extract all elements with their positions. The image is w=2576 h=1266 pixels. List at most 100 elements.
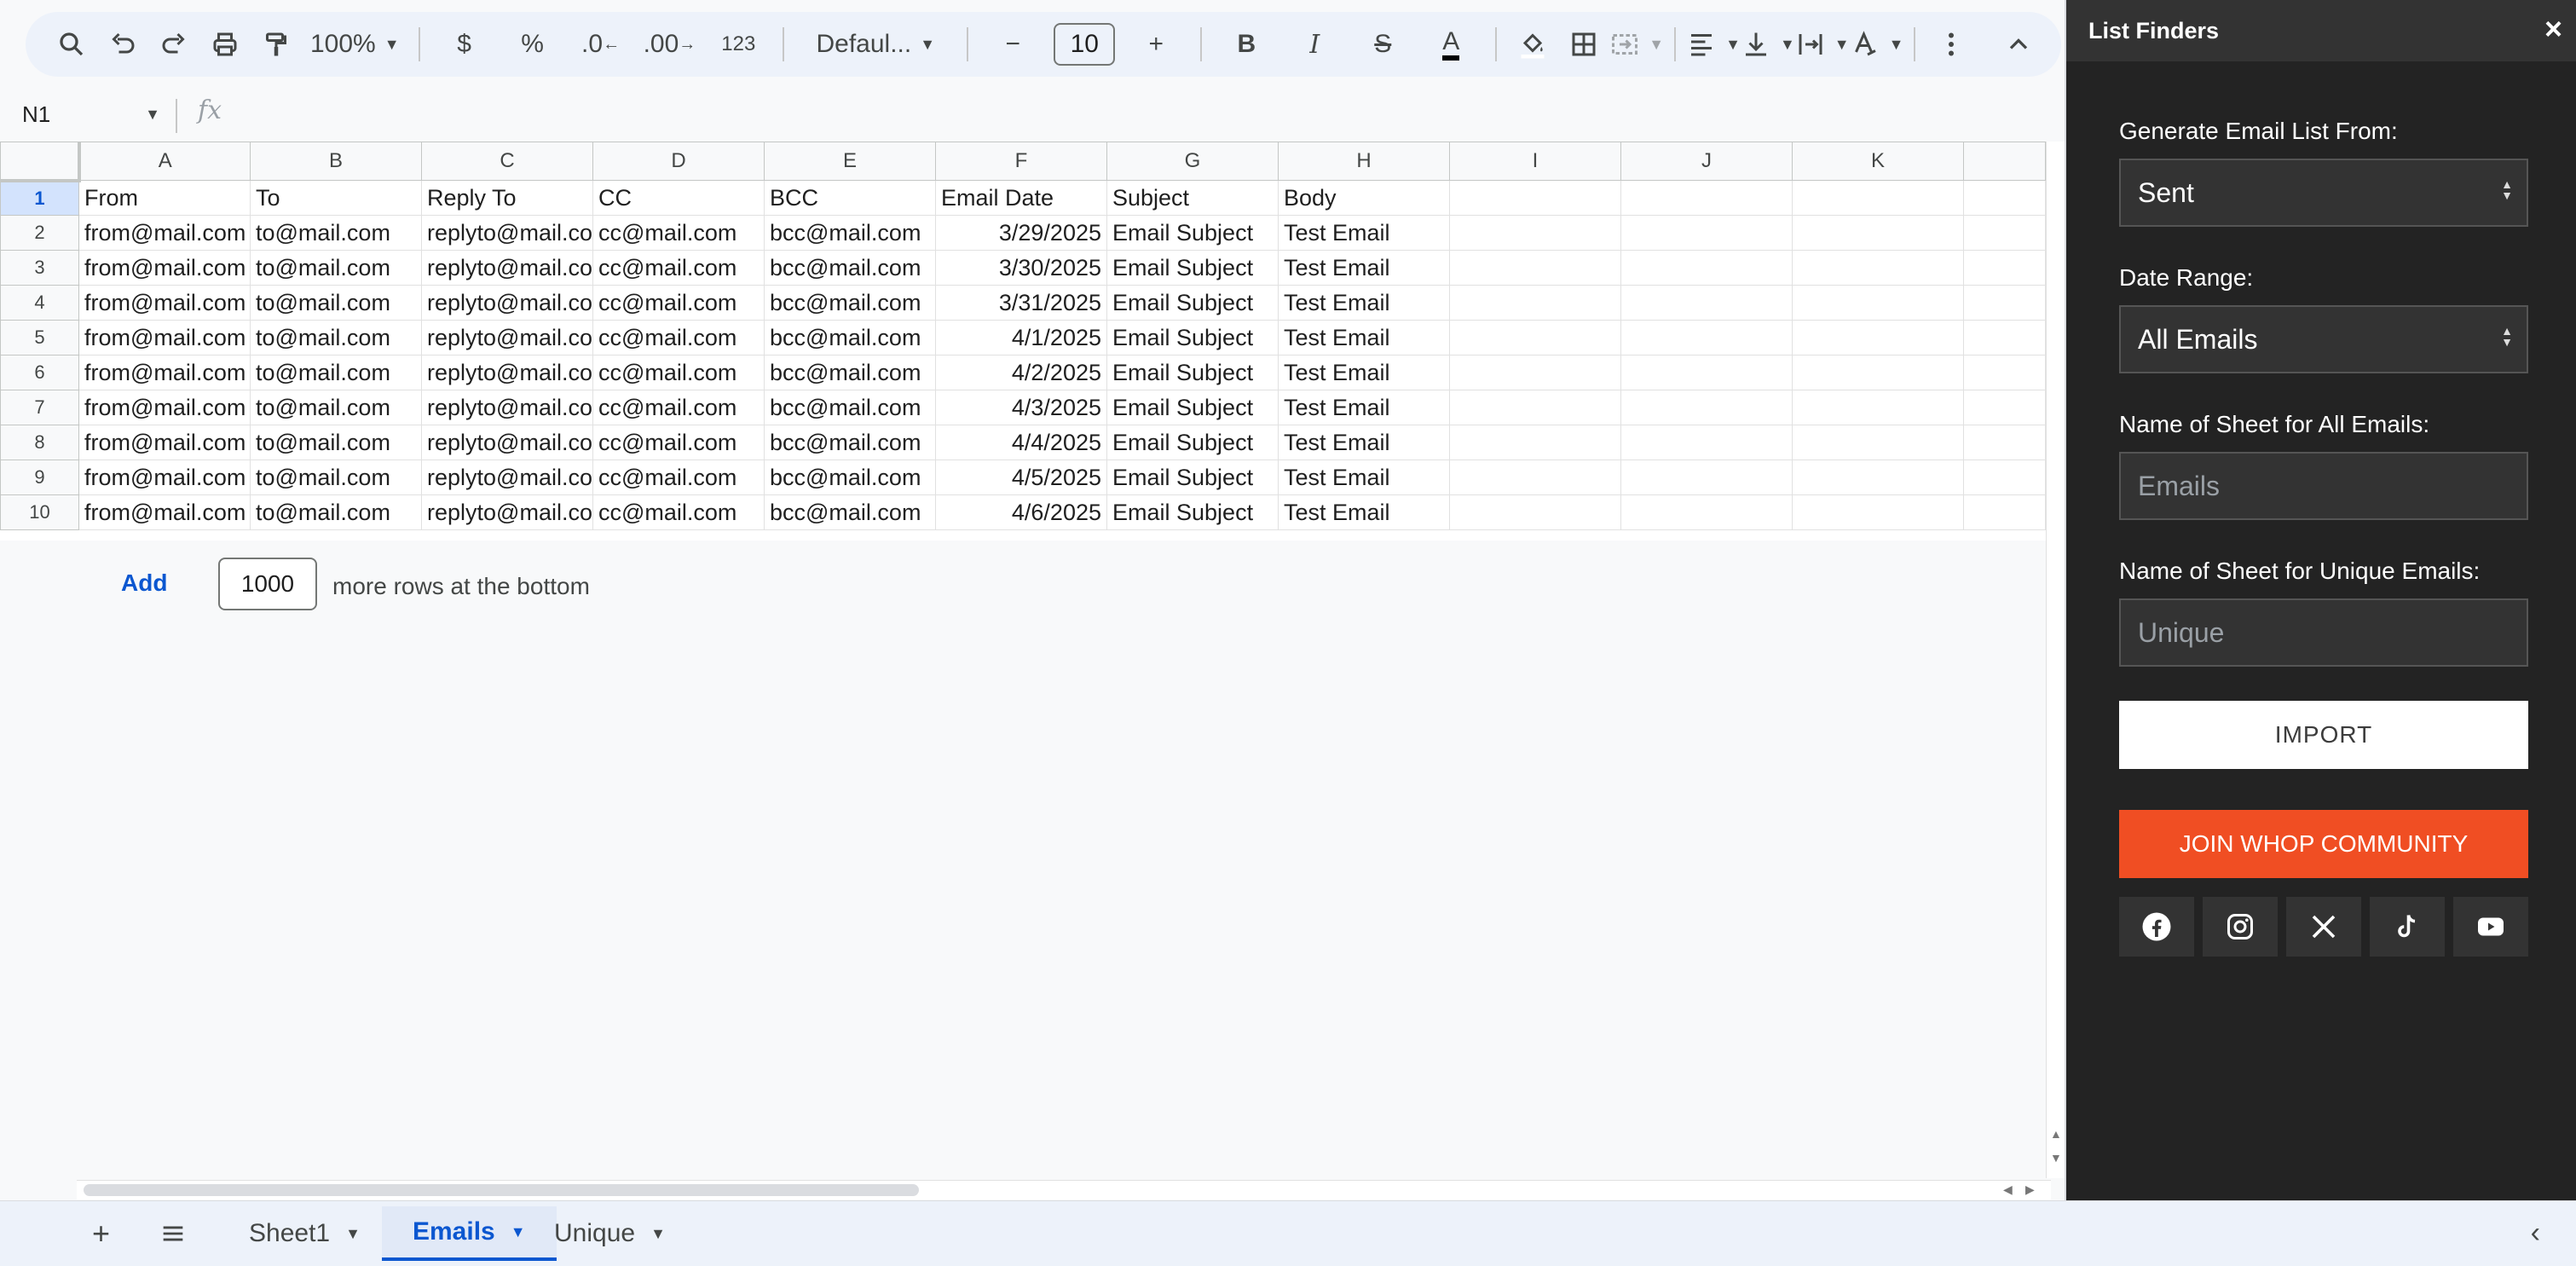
italic-button[interactable]: I [1280, 20, 1349, 68]
horizontal-scroll-thumb[interactable] [84, 1184, 919, 1196]
cell[interactable] [1620, 180, 1793, 216]
cell[interactable] [1963, 250, 2046, 286]
scroll-up-icon[interactable]: ▲ [2050, 1127, 2062, 1141]
cell[interactable]: 4/6/2025 [935, 494, 1107, 530]
column-header[interactable]: H [1278, 142, 1450, 181]
cell[interactable]: bcc@mail.com [764, 285, 936, 321]
cell[interactable]: to@mail.com [250, 320, 422, 356]
row-header[interactable]: 4 [0, 285, 79, 321]
zoom-select[interactable]: 100% ▼ [302, 20, 408, 68]
cell[interactable]: to@mail.com [250, 355, 422, 390]
row-header[interactable]: 6 [0, 355, 79, 390]
cell[interactable]: replyto@mail.com [421, 460, 593, 495]
print-button[interactable] [199, 20, 251, 68]
paint-format-button[interactable] [251, 20, 302, 68]
cell[interactable]: cc@mail.com [592, 494, 765, 530]
cell[interactable]: replyto@mail.com [421, 250, 593, 286]
cell[interactable] [1963, 425, 2046, 460]
cell[interactable] [1620, 494, 1793, 530]
cell[interactable]: Email Date [935, 180, 1107, 216]
cell[interactable] [1620, 390, 1793, 425]
vertical-align-button[interactable]: ▼ [1741, 20, 1795, 68]
cell[interactable]: Test Email [1278, 285, 1450, 321]
cell[interactable] [1963, 494, 2046, 530]
cell[interactable]: Test Email [1278, 355, 1450, 390]
cell[interactable]: replyto@mail.com [421, 390, 593, 425]
percent-format-button[interactable]: % [499, 20, 567, 68]
merge-cells-button[interactable]: ▼ [1609, 20, 1664, 68]
number-format-button[interactable]: 123 [704, 20, 772, 68]
column-header[interactable]: B [250, 142, 422, 181]
cell[interactable]: to@mail.com [250, 250, 422, 286]
cell[interactable]: Email Subject [1106, 494, 1279, 530]
cell[interactable] [1963, 285, 2046, 321]
cell[interactable] [1792, 250, 1964, 286]
cell[interactable]: to@mail.com [250, 285, 422, 321]
cell[interactable] [1620, 425, 1793, 460]
cell[interactable]: cc@mail.com [592, 355, 765, 390]
undo-button[interactable] [97, 20, 148, 68]
borders-button[interactable] [1558, 20, 1609, 68]
cell[interactable] [1449, 180, 1621, 216]
strikethrough-button[interactable]: S [1349, 20, 1417, 68]
cell[interactable]: from@mail.com [78, 215, 251, 251]
cell[interactable]: cc@mail.com [592, 285, 765, 321]
cell[interactable]: bcc@mail.com [764, 320, 936, 356]
currency-format-button[interactable]: $ [430, 20, 499, 68]
bold-button[interactable]: B [1212, 20, 1280, 68]
cell[interactable] [1792, 494, 1964, 530]
cell[interactable]: Subject [1106, 180, 1279, 216]
column-header[interactable]: D [592, 142, 765, 181]
cell[interactable] [1963, 180, 2046, 216]
formula-input[interactable] [247, 92, 2037, 136]
cell[interactable] [1620, 285, 1793, 321]
cell[interactable] [1792, 180, 1964, 216]
cell[interactable]: 4/5/2025 [935, 460, 1107, 495]
column-header[interactable]: E [764, 142, 936, 181]
cell[interactable]: from@mail.com [78, 425, 251, 460]
cell[interactable]: cc@mail.com [592, 460, 765, 495]
cell[interactable]: to@mail.com [250, 425, 422, 460]
cell[interactable] [1449, 460, 1621, 495]
cell[interactable]: bcc@mail.com [764, 425, 936, 460]
sheet-tab-unique[interactable]: Unique ▼ [523, 1206, 696, 1261]
column-header[interactable]: F [935, 142, 1107, 181]
decrease-decimal-button[interactable]: .0 ← [567, 20, 635, 68]
cell[interactable]: Test Email [1278, 460, 1450, 495]
cell[interactable]: bcc@mail.com [764, 494, 936, 530]
cell[interactable]: 4/3/2025 [935, 390, 1107, 425]
collapse-menus-button[interactable] [1993, 20, 2044, 68]
cell[interactable]: Email Subject [1106, 285, 1279, 321]
cell[interactable] [1449, 494, 1621, 530]
row-header[interactable]: 2 [0, 215, 79, 251]
cell[interactable] [1449, 320, 1621, 356]
cell[interactable]: replyto@mail.com [421, 285, 593, 321]
cell[interactable] [1792, 320, 1964, 356]
cell[interactable] [1449, 250, 1621, 286]
cell[interactable]: from@mail.com [78, 494, 251, 530]
cell[interactable] [1792, 425, 1964, 460]
side-panel-toggle-button[interactable]: ‹ [2531, 1217, 2540, 1250]
row-header[interactable]: 1 [0, 180, 79, 216]
cell[interactable]: Email Subject [1106, 355, 1279, 390]
add-rows-count-input[interactable]: 1000 [218, 558, 317, 610]
cell[interactable]: Test Email [1278, 320, 1450, 356]
cell[interactable] [1963, 355, 2046, 390]
cell[interactable]: Email Subject [1106, 250, 1279, 286]
cell[interactable]: replyto@mail.com [421, 215, 593, 251]
cell[interactable] [1792, 355, 1964, 390]
scroll-left-icon[interactable]: ◀ [2003, 1182, 2013, 1197]
cell[interactable]: from@mail.com [78, 285, 251, 321]
add-sheet-button[interactable]: + [92, 1213, 110, 1254]
scroll-down-icon[interactable]: ▼ [2050, 1151, 2062, 1165]
cell[interactable] [1963, 320, 2046, 356]
cell[interactable]: replyto@mail.com [421, 355, 593, 390]
cell[interactable]: bcc@mail.com [764, 215, 936, 251]
cell[interactable]: 4/4/2025 [935, 425, 1107, 460]
row-header[interactable]: 3 [0, 250, 79, 286]
text-rotation-button[interactable]: ▼ [1850, 20, 1903, 68]
cell[interactable]: bcc@mail.com [764, 390, 936, 425]
cell[interactable]: replyto@mail.com [421, 320, 593, 356]
tiktok-link[interactable] [2370, 897, 2445, 957]
column-header[interactable]: K [1792, 142, 1964, 181]
